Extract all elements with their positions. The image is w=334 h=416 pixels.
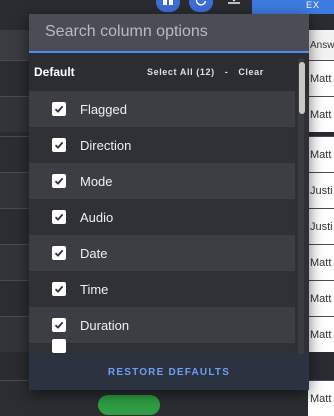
table-cell: Matt (308, 61, 334, 96)
table-cell: Justi (308, 173, 334, 208)
table-cell: Justi (308, 209, 334, 244)
search-input[interactable] (29, 14, 309, 51)
download-icon (227, 0, 241, 11)
panel-footer: RESTORE DEFAULTS (29, 354, 309, 390)
export-button[interactable]: EX (252, 0, 334, 14)
column-option-label: Direction (80, 137, 132, 153)
checkbox-checked[interactable] (52, 102, 66, 116)
restore-defaults-button[interactable]: RESTORE DEFAULTS (108, 367, 230, 378)
column-option-mode[interactable]: Mode (29, 163, 295, 199)
checkbox-checked[interactable] (52, 138, 66, 152)
search-box (29, 14, 309, 53)
group-title: Default (34, 65, 75, 79)
column-option-time[interactable]: Time (29, 271, 295, 307)
table-cell: Matt (308, 317, 334, 352)
column-options-panel: Default Select All (12)-Clear Flagged Di… (29, 14, 309, 390)
column-option-duration[interactable]: Duration (29, 307, 295, 343)
export-label: EX (305, 0, 320, 10)
checkbox-checked[interactable] (52, 339, 66, 353)
column-option-label: Date (80, 245, 108, 261)
table-cell: Matt (308, 281, 334, 316)
column-option-label: Time (80, 281, 109, 297)
checkbox-checked[interactable] (52, 174, 66, 188)
scrollbar[interactable] (296, 54, 306, 378)
column-option-direction[interactable]: Direction (29, 127, 295, 163)
table-cell: Matt (308, 97, 334, 132)
checkbox-checked[interactable] (52, 318, 66, 332)
column-option-flagged[interactable]: Flagged (29, 91, 295, 127)
column-option-label: Flagged (80, 101, 127, 117)
columns-icon (162, 0, 174, 11)
checkbox-checked[interactable] (52, 210, 66, 224)
checkbox-checked[interactable] (52, 282, 66, 296)
select-all-button[interactable]: Select All (12) (147, 67, 215, 77)
refresh-icon (195, 0, 207, 11)
clear-button[interactable]: Clear (238, 67, 264, 77)
column-option-label: Duration (80, 317, 130, 333)
header-cell: Answ (308, 30, 334, 60)
column-list: Flagged Direction Mode Audio Date Time D… (29, 91, 295, 378)
table-cell: Matt (308, 381, 334, 416)
column-option-date[interactable]: Date (29, 235, 295, 271)
table-cell: Matt (308, 245, 334, 280)
table-cell: Matt (308, 137, 334, 172)
scrollbar-track[interactable] (298, 58, 305, 368)
group-header: Default Select All (12) - Clear (29, 53, 309, 91)
status-pill[interactable] (98, 395, 160, 415)
group-actions: Select All (12) - Clear (147, 67, 264, 77)
column-option-label: Audio (80, 209, 114, 225)
checkbox-checked[interactable] (52, 246, 66, 260)
scrollbar-thumb[interactable] (299, 62, 305, 114)
actions-separator: - (224, 67, 229, 77)
column-option-audio[interactable]: Audio (29, 199, 295, 235)
column-option-label: Mode (80, 173, 113, 189)
